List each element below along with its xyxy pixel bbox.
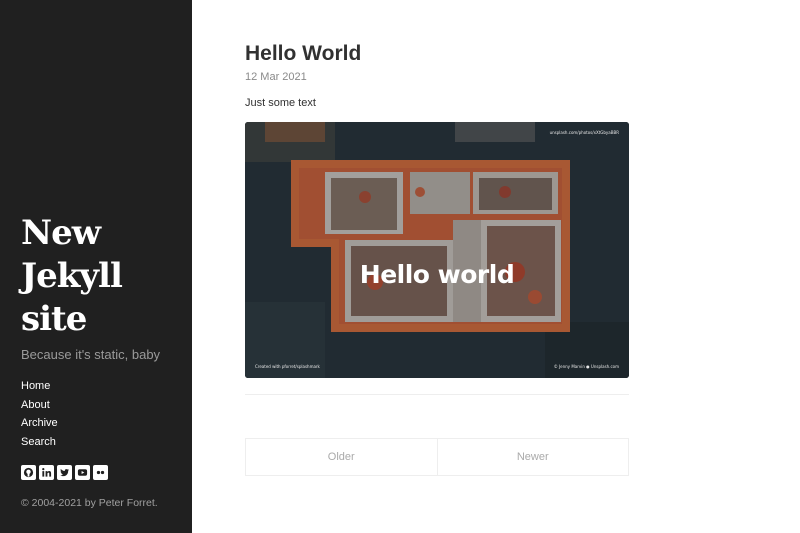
sidebar: New Jekyll site Because it's static, bab… — [0, 0, 192, 533]
post-image: unsplash.com/photos/xXtGbyaBBR Hello wor… — [245, 122, 629, 378]
post-title[interactable]: Hello World — [245, 42, 361, 66]
nav-home-link[interactable]: Home — [21, 377, 58, 396]
image-credit-top: unsplash.com/photos/xXtGbyaBBR — [549, 130, 619, 135]
copyright: © 2004-2021 by Peter Forret. — [21, 497, 158, 509]
older-button[interactable]: Older — [245, 438, 438, 476]
linkedin-icon[interactable] — [39, 465, 54, 480]
github-icon[interactable] — [21, 465, 36, 480]
youtube-icon[interactable] — [75, 465, 90, 480]
newer-button[interactable]: Newer — [437, 438, 629, 476]
aerial-house-photo — [245, 122, 629, 378]
nav-archive-link[interactable]: Archive — [21, 414, 58, 433]
sidebar-nav: Home About Archive Search — [21, 377, 58, 451]
pagination: Older Newer — [245, 438, 629, 476]
nav-search-link[interactable]: Search — [21, 433, 58, 452]
twitter-icon[interactable] — [57, 465, 72, 480]
flickr-icon[interactable] — [93, 465, 108, 480]
post-date: 12 Mar 2021 — [245, 71, 307, 83]
social-links — [21, 465, 108, 480]
post-body: Just some text — [245, 97, 316, 109]
nav-about-link[interactable]: About — [21, 396, 58, 415]
image-overlay-title: Hello world — [359, 260, 515, 289]
site-tagline: Because it's static, baby — [21, 347, 161, 362]
image-credit-right: © Jenny Marvin ● Unsplash.com — [553, 364, 619, 369]
site-title[interactable]: New Jekyll site — [21, 212, 181, 341]
image-credit-left: Created with pforret/splashmark — [255, 364, 320, 369]
divider — [245, 394, 629, 395]
